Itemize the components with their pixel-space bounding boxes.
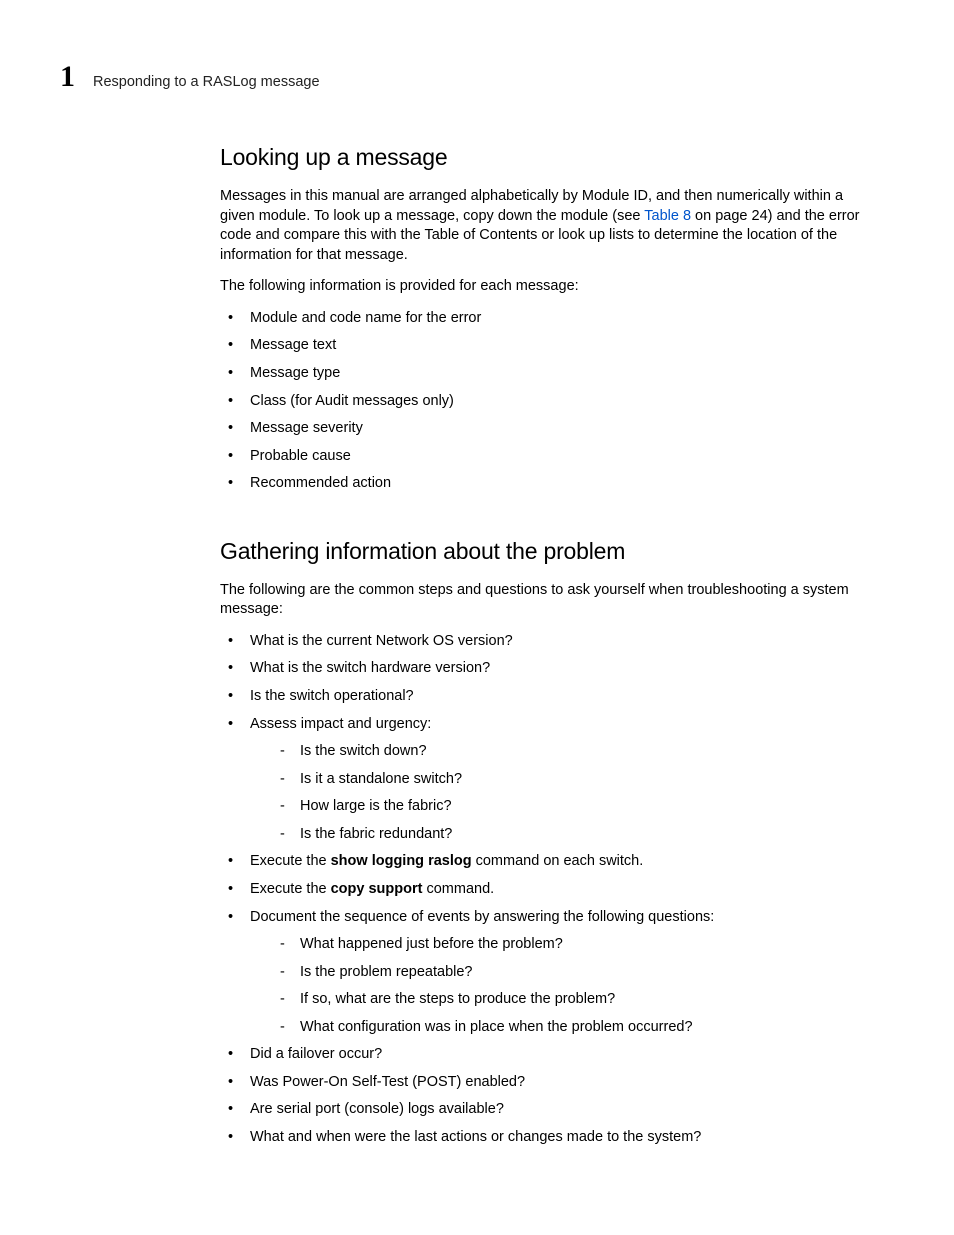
- list-item-text: command on each switch.: [472, 853, 644, 869]
- list-item: What is the switch hardware version?: [250, 659, 874, 679]
- sub-list-item: Is the problem repeatable?: [280, 963, 874, 983]
- list-item: What and when were the last actions or c…: [250, 1128, 874, 1148]
- list-item-text: command.: [422, 881, 494, 897]
- list-item: Execute the show logging raslog command …: [250, 852, 874, 872]
- list-item: Are serial port (console) logs available…: [250, 1100, 874, 1120]
- command-text: copy support: [331, 881, 423, 897]
- list-item-text: Document the sequence of events by answe…: [250, 909, 714, 925]
- list-item: Message severity: [250, 419, 874, 439]
- list-item: Class (for Audit messages only): [250, 392, 874, 412]
- chapter-number: 1: [60, 60, 75, 94]
- sub-list: What happened just before the problem? I…: [250, 935, 874, 1037]
- list-item: Probable cause: [250, 447, 874, 467]
- list-item: Document the sequence of events by answe…: [250, 908, 874, 1038]
- section2-bullet-list: What is the current Network OS version? …: [220, 632, 874, 1148]
- sub-list-item: How large is the fabric?: [280, 797, 874, 817]
- command-text: show logging raslog: [331, 853, 472, 869]
- section-heading-looking-up: Looking up a message: [220, 144, 874, 171]
- list-item: Message text: [250, 336, 874, 356]
- list-item-text: Execute the: [250, 853, 331, 869]
- page: 1 Responding to a RASLog message Looking…: [0, 0, 954, 1228]
- table-8-link[interactable]: Table 8: [644, 208, 691, 224]
- list-item: Message type: [250, 364, 874, 384]
- list-item: Is the switch operational?: [250, 687, 874, 707]
- list-item: Module and code name for the error: [250, 309, 874, 329]
- section1-para2: The following information is provided fo…: [220, 277, 874, 297]
- section1-bullet-list: Module and code name for the error Messa…: [220, 309, 874, 494]
- list-item: What is the current Network OS version?: [250, 632, 874, 652]
- page-content: Looking up a message Messages in this ma…: [220, 144, 874, 1148]
- list-item: Execute the copy support command.: [250, 880, 874, 900]
- sub-list-item: If so, what are the steps to produce the…: [280, 990, 874, 1010]
- list-item: Was Power-On Self-Test (POST) enabled?: [250, 1073, 874, 1093]
- list-item-text: Assess impact and urgency:: [250, 716, 431, 732]
- section-heading-gathering-info: Gathering information about the problem: [220, 538, 874, 565]
- list-item: Assess impact and urgency: Is the switch…: [250, 715, 874, 845]
- sub-list: Is the switch down? Is it a standalone s…: [250, 742, 874, 844]
- section1-para1: Messages in this manual are arranged alp…: [220, 187, 874, 265]
- list-item: Did a failover occur?: [250, 1045, 874, 1065]
- section2-para1: The following are the common steps and q…: [220, 581, 874, 620]
- list-item: Recommended action: [250, 474, 874, 494]
- sub-list-item: Is it a standalone switch?: [280, 770, 874, 790]
- running-header-title: Responding to a RASLog message: [93, 74, 320, 90]
- sub-list-item: Is the fabric redundant?: [280, 825, 874, 845]
- list-item-text: Execute the: [250, 881, 331, 897]
- sub-list-item: What configuration was in place when the…: [280, 1018, 874, 1038]
- page-header: 1 Responding to a RASLog message: [60, 60, 894, 94]
- sub-list-item: Is the switch down?: [280, 742, 874, 762]
- sub-list-item: What happened just before the problem?: [280, 935, 874, 955]
